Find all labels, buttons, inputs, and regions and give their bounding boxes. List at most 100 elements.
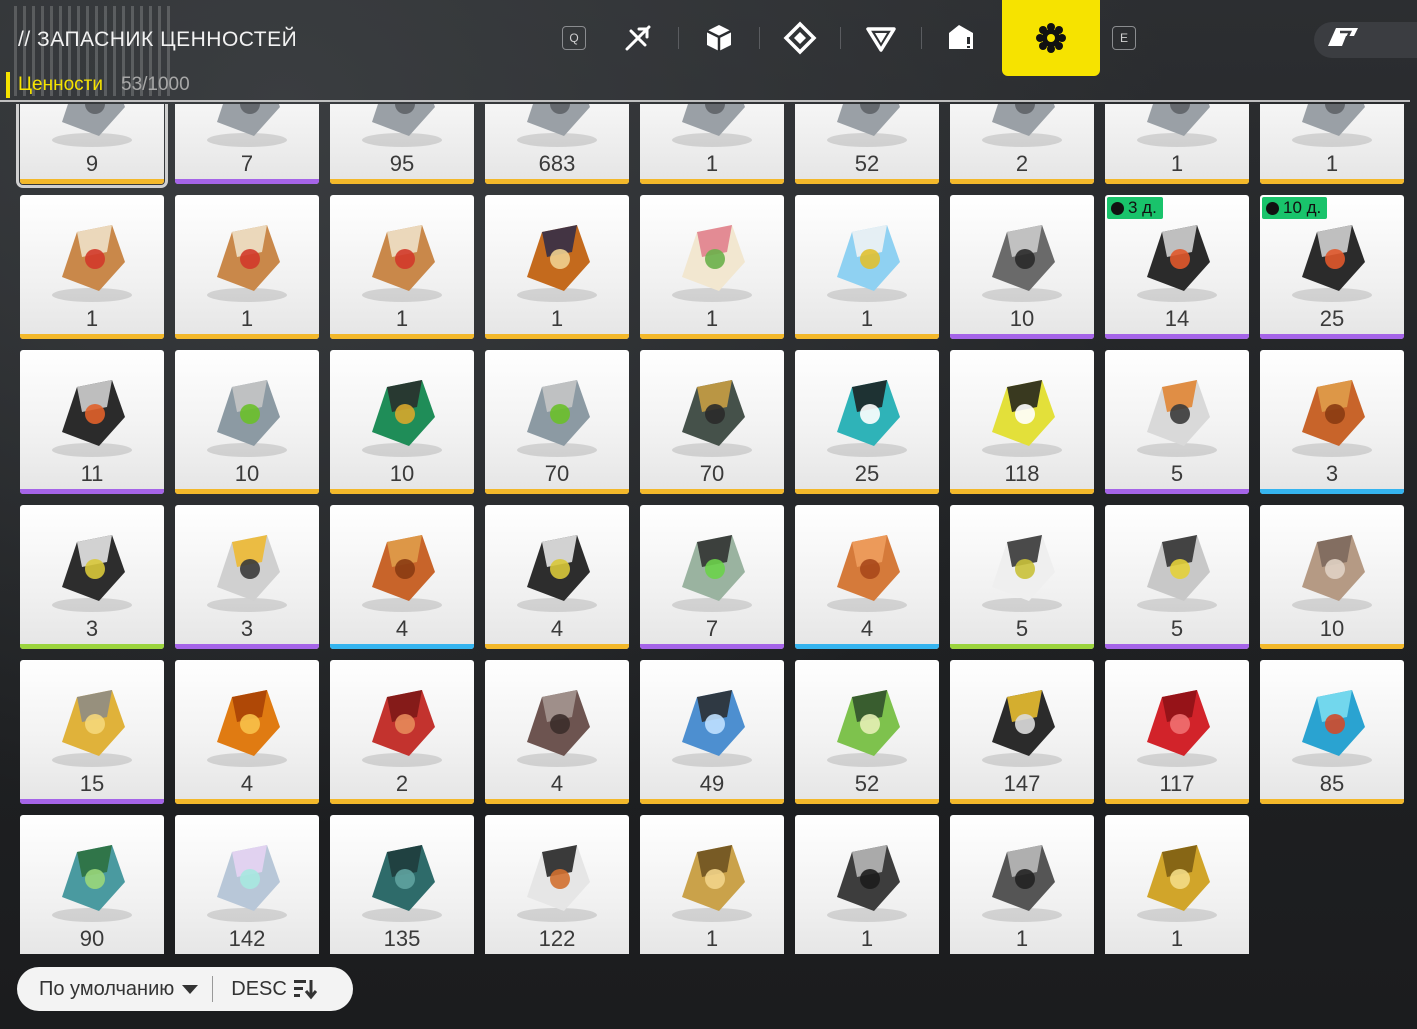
inventory-item[interactable]: 147 (950, 660, 1094, 804)
inventory-item[interactable]: 70 (640, 350, 784, 494)
magazine-icon (982, 690, 1062, 767)
rarity-bar (1260, 644, 1404, 649)
item-image (964, 358, 1080, 466)
inventory-item[interactable]: 3 (175, 505, 319, 649)
top-right-button[interactable] (1314, 22, 1417, 58)
inventory-item[interactable]: 10 (950, 195, 1094, 339)
inventory-item[interactable]: 15 (20, 660, 164, 804)
inventory-item[interactable]: 5 (1105, 350, 1249, 494)
item-image (499, 203, 615, 311)
inventory-item[interactable]: 5 (950, 505, 1094, 649)
category-tabs: Q E (550, 0, 1148, 76)
inventory-item[interactable]: 25 (795, 350, 939, 494)
inventory-item[interactable]: 1 (175, 195, 319, 339)
tab-boxes[interactable] (922, 0, 1002, 76)
tab-valuables[interactable] (1002, 0, 1100, 76)
item-image (964, 104, 1080, 156)
inventory-item[interactable]: 10 д. 25 (1260, 195, 1404, 339)
inventory-item[interactable]: 1 (795, 815, 939, 954)
item-image (809, 358, 925, 466)
inventory-item[interactable]: 117 (1105, 660, 1249, 804)
item-quantity: 122 (538, 926, 576, 951)
item-image (34, 823, 150, 931)
inventory-item[interactable]: 9 (16, 104, 168, 188)
inventory-item[interactable]: 10 (175, 350, 319, 494)
holo-card-icon (207, 845, 287, 922)
rarity-bar (1260, 799, 1404, 804)
inventory-item[interactable]: 1 (485, 195, 629, 339)
inventory-viewport[interactable]: 9 7 95 683 1 52 2 1 1 1 1 1 1 1 1 10 3 д… (0, 104, 1417, 954)
inventory-item[interactable]: 1 (640, 815, 784, 954)
item-quantity: 15 (79, 771, 105, 796)
inventory-item[interactable]: 1 (950, 815, 1094, 954)
inventory-item[interactable]: 3 (20, 505, 164, 649)
expiry-badge: 10 д. (1262, 197, 1328, 219)
item-quantity: 1 (860, 926, 874, 951)
inventory-item[interactable]: 4 (485, 505, 629, 649)
inventory-item[interactable]: 52 (795, 104, 939, 184)
prev-tab-key[interactable]: Q (562, 26, 586, 50)
box-alert-icon (949, 25, 973, 49)
section-indicator: Ценности 53/1000 (6, 72, 190, 98)
inventory-item[interactable]: 4 (485, 660, 629, 804)
inventory-item[interactable]: 70 (485, 350, 629, 494)
tab-gems[interactable] (841, 0, 921, 76)
inventory-item[interactable]: 118 (950, 350, 1094, 494)
item-quantity: 1 (550, 306, 564, 331)
section-label: Ценности (18, 74, 103, 95)
tab-cubes[interactable] (679, 0, 759, 76)
engine-block-icon (982, 225, 1062, 302)
tool-slash-icon (625, 25, 651, 51)
inventory-item[interactable]: 4 (795, 505, 939, 649)
inventory-item[interactable]: 1 (20, 195, 164, 339)
amber-gem-icon (207, 690, 287, 767)
inventory-item[interactable]: 4 (175, 660, 319, 804)
item-image (189, 358, 305, 466)
inventory-item[interactable]: 11 (20, 350, 164, 494)
inventory-item[interactable]: 1 (330, 195, 474, 339)
inventory-item[interactable]: 1 (1105, 815, 1249, 954)
inventory-item[interactable]: 2 (950, 104, 1094, 184)
sort-option-dropdown[interactable]: По умолчанию (17, 967, 212, 1011)
tab-runes[interactable] (760, 0, 840, 76)
inventory-item[interactable]: 1 (1260, 104, 1404, 184)
device-icon (827, 104, 907, 147)
inventory-item[interactable]: 2 (330, 660, 474, 804)
red-cloth-icon (1137, 690, 1217, 767)
drone-frame-icon (207, 380, 287, 457)
inventory-item[interactable]: 52 (795, 660, 939, 804)
inventory-item[interactable]: 135 (330, 815, 474, 954)
photo-folder-icon (517, 535, 597, 612)
inventory-item[interactable]: 10 (330, 350, 474, 494)
inventory-item[interactable]: 49 (640, 660, 784, 804)
sort-bar: По умолчанию DESC (17, 967, 353, 1011)
inventory-item[interactable]: 90 (20, 815, 164, 954)
next-tab-key[interactable]: E (1112, 26, 1136, 50)
item-image (654, 823, 770, 931)
inventory-item[interactable]: 3 (1260, 350, 1404, 494)
tab-tools[interactable] (598, 0, 678, 76)
inventory-item[interactable]: 1 (1105, 104, 1249, 184)
inventory-item[interactable]: 10 (1260, 505, 1404, 649)
blue-crystal-icon (1292, 690, 1372, 767)
item-image (1274, 104, 1390, 156)
inventory-item[interactable]: 5 (1105, 505, 1249, 649)
inventory-item[interactable]: 1 (640, 104, 784, 184)
inventory-item[interactable]: 7 (175, 104, 319, 184)
item-image (1119, 668, 1235, 776)
inventory-item[interactable]: 122 (485, 815, 629, 954)
inventory-item[interactable]: 142 (175, 815, 319, 954)
inventory-item[interactable]: 85 (1260, 660, 1404, 804)
inventory-item[interactable]: 1 (795, 195, 939, 339)
rarity-bar (20, 179, 164, 184)
rarity-bar (640, 179, 784, 184)
inventory-item[interactable]: 4 (330, 505, 474, 649)
inventory-item[interactable]: 7 (640, 505, 784, 649)
copper-part-icon (827, 535, 907, 612)
inventory-item[interactable]: 95 (330, 104, 474, 184)
inventory-item[interactable]: 3 д. 14 (1105, 195, 1249, 339)
sort-direction-button[interactable]: DESC (213, 967, 335, 1011)
inventory-item[interactable]: 1 (640, 195, 784, 339)
inventory-item[interactable]: 683 (485, 104, 629, 184)
canister-icon (1137, 380, 1217, 457)
